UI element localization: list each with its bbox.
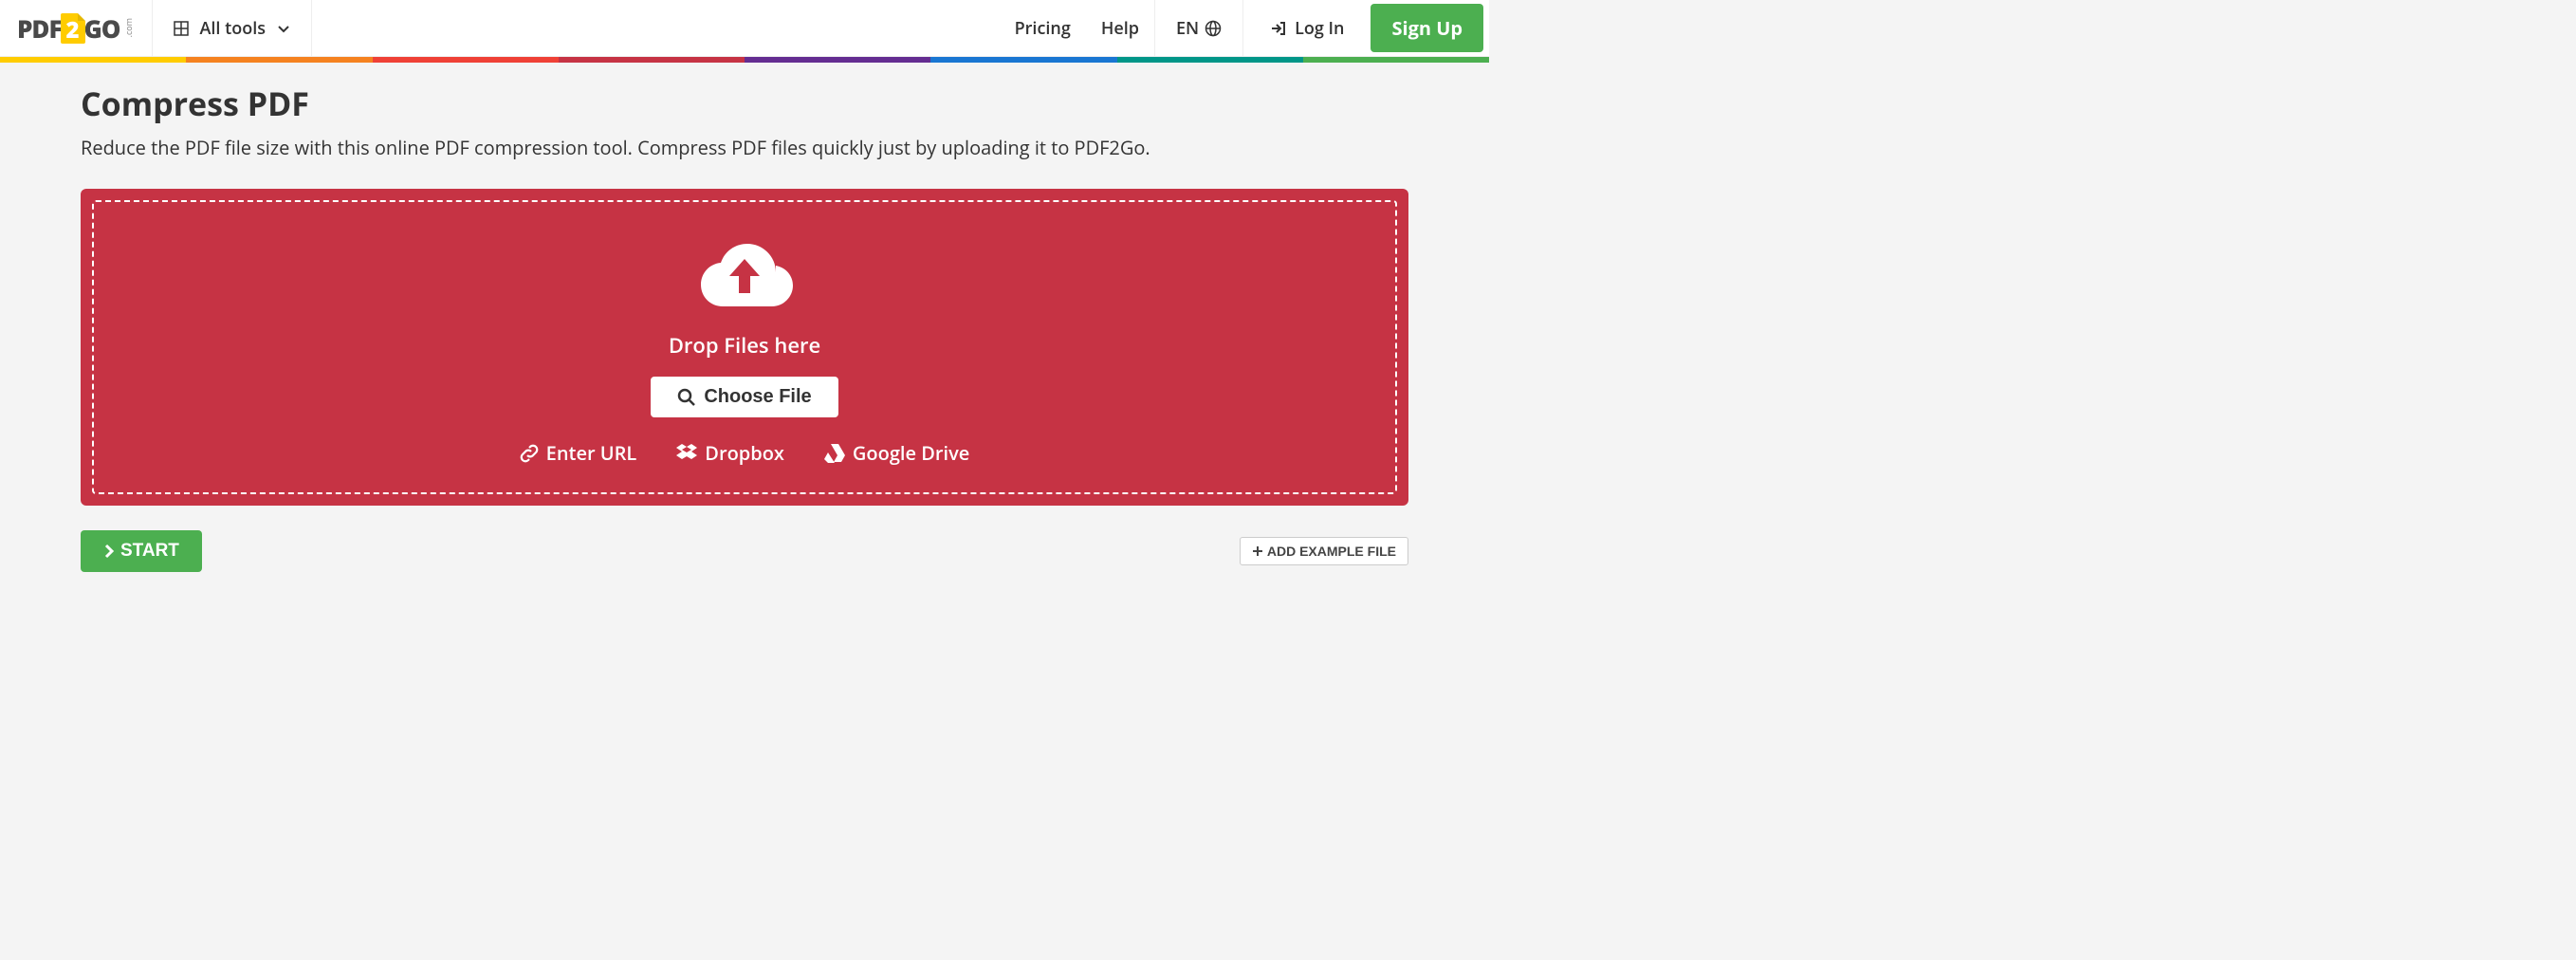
start-label: START (120, 541, 179, 562)
all-tools-label: All tools (200, 17, 267, 40)
page-description: Reduce the PDF file size with this onlin… (81, 135, 1408, 160)
signup-label: Sign Up (1391, 15, 1463, 41)
enter-url-link[interactable]: Enter URL (520, 440, 637, 466)
dropzone-container: Drop Files here Choose File Enter UR (81, 189, 1408, 506)
grid-icon (174, 21, 189, 36)
rainbow-divider (0, 57, 1489, 63)
google-drive-link[interactable]: Google Drive (824, 440, 969, 466)
main-container: Compress PDF Reduce the PDF file size wi… (81, 63, 1408, 600)
header: PDF GO .com All tools Pricing Help EN (0, 0, 1489, 57)
help-label: Help (1101, 17, 1139, 40)
dropzone[interactable]: Drop Files here Choose File Enter UR (92, 200, 1397, 494)
dropbox-link[interactable]: Dropbox (676, 440, 784, 466)
pricing-link[interactable]: Pricing (1000, 0, 1086, 56)
login-label: Log In (1295, 17, 1344, 40)
action-row: START ADD EXAMPLE FILE (81, 530, 1408, 572)
logo-com-text: .com (122, 18, 135, 37)
source-row: Enter URL Dropbox (520, 440, 970, 466)
plus-icon (1252, 545, 1263, 557)
dropbox-icon (676, 444, 697, 463)
chevron-right-icon (103, 544, 115, 559)
globe-icon (1205, 20, 1222, 37)
login-link[interactable]: Log In (1243, 0, 1371, 56)
logo-go-text: GO (84, 11, 120, 46)
enter-url-label: Enter URL (546, 440, 637, 466)
start-button[interactable]: START (81, 530, 202, 572)
logo-file-icon (61, 13, 85, 44)
login-icon (1270, 20, 1287, 37)
signup-button[interactable]: Sign Up (1371, 4, 1483, 52)
dropbox-label: Dropbox (705, 440, 784, 466)
choose-file-label: Choose File (704, 386, 811, 408)
logo-pdf-text: PDF (17, 11, 62, 46)
search-icon (677, 388, 696, 407)
help-link[interactable]: Help (1086, 0, 1155, 56)
drop-text: Drop Files here (669, 331, 820, 360)
link-icon (520, 444, 539, 463)
cloud-upload-icon (692, 232, 797, 318)
add-example-label: ADD EXAMPLE FILE (1267, 544, 1396, 559)
nav-right: Pricing Help EN Log In Sign Up (1000, 0, 1489, 56)
chevron-down-icon (277, 22, 290, 35)
page-title: Compress PDF (81, 82, 1408, 125)
language-label: EN (1176, 17, 1199, 40)
language-selector[interactable]: EN (1155, 0, 1243, 56)
google-drive-label: Google Drive (853, 440, 969, 466)
choose-file-button[interactable]: Choose File (651, 377, 837, 417)
pricing-label: Pricing (1015, 17, 1071, 40)
all-tools-menu[interactable]: All tools (153, 0, 313, 56)
add-example-file-button[interactable]: ADD EXAMPLE FILE (1240, 537, 1408, 565)
google-drive-icon (824, 444, 845, 463)
logo[interactable]: PDF GO .com (0, 0, 153, 56)
